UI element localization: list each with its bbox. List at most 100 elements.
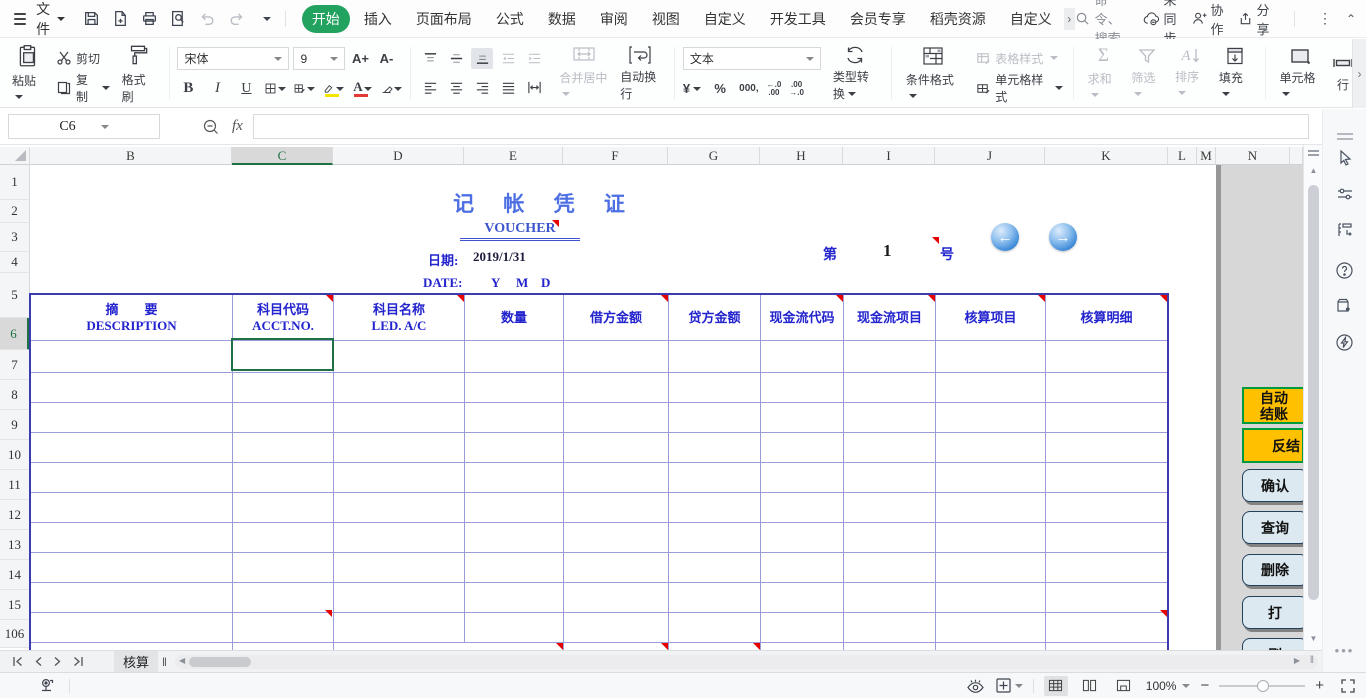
table-cell[interactable]	[844, 373, 936, 402]
fullscreen-icon[interactable]	[1340, 678, 1356, 694]
tab-split-handle[interactable]: ‖	[162, 655, 167, 669]
scroll-left-icon[interactable]: ◀	[179, 656, 185, 665]
column-header-B[interactable]: B	[30, 147, 232, 165]
table-cell[interactable]	[31, 493, 233, 522]
sort-button[interactable]: A 排序	[1169, 45, 1213, 101]
comma-style-button[interactable]: 000,	[739, 78, 758, 99]
table-cell[interactable]	[1046, 613, 1167, 642]
currency-button[interactable]: ¥	[683, 78, 701, 99]
row-header-10[interactable]: 10	[0, 440, 30, 470]
column-header-pad[interactable]	[1290, 147, 1303, 165]
table-cell[interactable]	[31, 523, 233, 552]
table-footer-cell[interactable]	[761, 643, 844, 650]
highlight-color-button[interactable]	[322, 78, 344, 99]
justify-icon[interactable]	[497, 77, 519, 98]
table-cell[interactable]	[31, 583, 233, 612]
tab-view[interactable]: 视图	[642, 5, 690, 33]
cells-button[interactable]: 单元格	[1273, 44, 1326, 102]
table-style-button[interactable]: 表格样式	[974, 47, 1064, 69]
column-header-J[interactable]: J	[935, 147, 1045, 165]
print-icon[interactable]	[139, 9, 159, 29]
table-cell[interactable]	[465, 553, 564, 582]
prev-voucher-button[interactable]: ←	[991, 223, 1019, 251]
table-cell[interactable]	[564, 463, 669, 492]
table-footer-cell[interactable]	[844, 643, 936, 650]
table-cell[interactable]	[334, 493, 465, 522]
more-options-icon[interactable]: ⋮	[1318, 10, 1332, 27]
table-footer-cell[interactable]	[564, 643, 669, 650]
table-cell[interactable]	[936, 373, 1046, 402]
file-menu[interactable]: 文件	[36, 0, 65, 39]
table-cell[interactable]	[465, 373, 564, 402]
decrease-indent-icon[interactable]	[497, 48, 519, 69]
table-cell[interactable]	[844, 463, 936, 492]
table-cell[interactable]	[936, 341, 1046, 372]
type-convert-button[interactable]: 类型转换	[827, 43, 883, 104]
save-icon[interactable]	[81, 9, 101, 29]
table-cell[interactable]	[31, 403, 233, 432]
table-header-cell[interactable]: 借方金额	[564, 295, 669, 340]
table-cell[interactable]	[1046, 553, 1167, 582]
table-cell[interactable]	[233, 523, 334, 552]
table-cell[interactable]	[233, 493, 334, 522]
table-header-cell[interactable]: 数量	[465, 295, 564, 340]
table-header-cell[interactable]: 摘 要DESCRIPTION	[31, 295, 233, 340]
table-cell[interactable]	[1046, 341, 1167, 372]
table-cell[interactable]	[564, 583, 669, 612]
grid-canvas[interactable]: 记 帐 凭 证 VOUCHER 日期: 2019/1/31 DATE: Y M …	[30, 165, 1303, 650]
table-cell[interactable]	[334, 463, 465, 492]
print-button[interactable]: 打	[1242, 596, 1303, 629]
table-cell[interactable]	[465, 583, 564, 612]
increase-decimal-button[interactable]: ←.0 .00	[767, 78, 782, 99]
confirm-button[interactable]: 确认	[1242, 469, 1303, 502]
record-macro-icon[interactable]	[38, 677, 55, 694]
table-header-cell[interactable]: 核算项目	[936, 295, 1046, 340]
quick-access-more-icon[interactable]	[255, 9, 275, 29]
query-button[interactable]: 查询	[1242, 511, 1303, 544]
table-footer-cell[interactable]: 合计 TOTAL	[334, 643, 564, 650]
grow-font-button[interactable]: A+	[349, 48, 371, 69]
table-header-cell[interactable]: 核算明细	[1046, 295, 1167, 340]
table-cell[interactable]	[844, 553, 936, 582]
table-cell[interactable]	[844, 613, 936, 642]
table-cell[interactable]	[334, 433, 465, 462]
shrink-font-button[interactable]: A-	[375, 48, 397, 69]
table-header-cell[interactable]: 科目名称LED. A/C	[334, 295, 465, 340]
table-cell[interactable]	[936, 403, 1046, 432]
table-cell[interactable]	[233, 403, 334, 432]
italic-button[interactable]: I	[206, 78, 228, 99]
table-cell[interactable]	[564, 403, 669, 432]
borders-button[interactable]	[264, 78, 286, 99]
cell-style-button[interactable]: 单元格样式	[974, 77, 1064, 99]
pivot-navigator-icon[interactable]	[1333, 218, 1357, 242]
table-cell[interactable]	[564, 613, 669, 642]
table-cell[interactable]	[334, 613, 465, 642]
bold-button[interactable]: B	[177, 78, 199, 99]
table-cell[interactable]	[936, 433, 1046, 462]
table-cell[interactable]	[844, 493, 936, 522]
font-size-select[interactable]: 9	[293, 47, 345, 70]
table-cell[interactable]	[31, 433, 233, 462]
table-cell[interactable]	[936, 523, 1046, 552]
table-cell[interactable]	[761, 433, 844, 462]
table-cell[interactable]	[844, 433, 936, 462]
refresh-button[interactable]: 刷	[1242, 638, 1303, 650]
table-cell[interactable]	[233, 373, 334, 402]
table-header-cell[interactable]: 现金流项目	[844, 295, 936, 340]
table-cell[interactable]	[31, 373, 233, 402]
quick-tools-ic[interactable]	[1333, 330, 1357, 354]
table-cell[interactable]	[936, 583, 1046, 612]
row-header-4[interactable]: 4	[0, 252, 30, 273]
draw-border-button[interactable]	[293, 78, 315, 99]
table-cell[interactable]	[334, 373, 465, 402]
table-cell[interactable]	[465, 433, 564, 462]
main-menu-icon[interactable]	[14, 13, 26, 25]
table-cell[interactable]	[669, 613, 761, 642]
tab-custom-1[interactable]: 自定义	[694, 5, 756, 33]
promotion-icon[interactable]	[1333, 294, 1357, 318]
next-sheet-icon[interactable]	[53, 656, 62, 667]
row-header-1[interactable]: 1	[0, 165, 30, 200]
column-header-C[interactable]: C	[232, 147, 333, 165]
tab-docer[interactable]: 稻壳资源	[920, 5, 996, 33]
table-footer-cell[interactable]	[1046, 643, 1167, 650]
